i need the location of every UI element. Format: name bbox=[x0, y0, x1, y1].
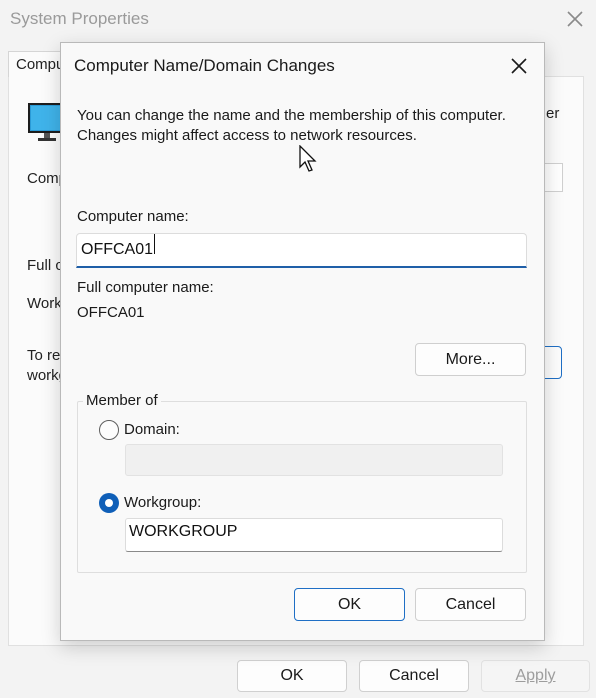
member-of-legend: Member of bbox=[83, 392, 161, 409]
workgroup-radio[interactable] bbox=[99, 493, 119, 513]
workgroup-label: Workgroup: bbox=[27, 295, 60, 312]
apply-button: Apply bbox=[481, 660, 590, 692]
dialog-ok-button[interactable]: OK bbox=[294, 588, 405, 621]
computer-name-input[interactable] bbox=[76, 233, 527, 268]
rename-text-line2: workgroup, click Change. bbox=[27, 367, 60, 384]
workgroup-input[interactable] bbox=[125, 518, 503, 552]
cancel-button[interactable]: Cancel bbox=[359, 660, 469, 692]
close-icon[interactable] bbox=[564, 8, 586, 30]
rename-text-line1: To rename this computer or change its do… bbox=[27, 347, 60, 364]
domain-label[interactable]: Domain: bbox=[124, 421, 180, 438]
background-text-fragment: er bbox=[546, 105, 560, 122]
domain-input bbox=[125, 444, 503, 476]
close-icon[interactable] bbox=[508, 55, 530, 77]
dialog-title: Computer Name/Domain Changes bbox=[74, 56, 335, 75]
computer-name-domain-changes-dialog: Computer Name/Domain Changes You can cha… bbox=[60, 42, 545, 641]
workgroup-label[interactable]: Workgroup: bbox=[124, 494, 201, 511]
text-caret bbox=[154, 234, 155, 254]
full-computer-name-label: Full computer name: bbox=[27, 257, 60, 274]
more-button[interactable]: More... bbox=[415, 343, 526, 376]
dialog-description: You can change the name and the membersh… bbox=[77, 107, 506, 144]
ok-button[interactable]: OK bbox=[237, 660, 347, 692]
computer-description-label: Computer description: bbox=[27, 170, 60, 187]
dialog-cancel-button[interactable]: Cancel bbox=[415, 588, 526, 621]
domain-radio[interactable] bbox=[99, 420, 119, 440]
full-computer-name-label: Full computer name: bbox=[77, 279, 214, 296]
computer-name-label: Computer name: bbox=[77, 208, 189, 225]
full-computer-name-value: OFFCA01 bbox=[77, 304, 145, 321]
